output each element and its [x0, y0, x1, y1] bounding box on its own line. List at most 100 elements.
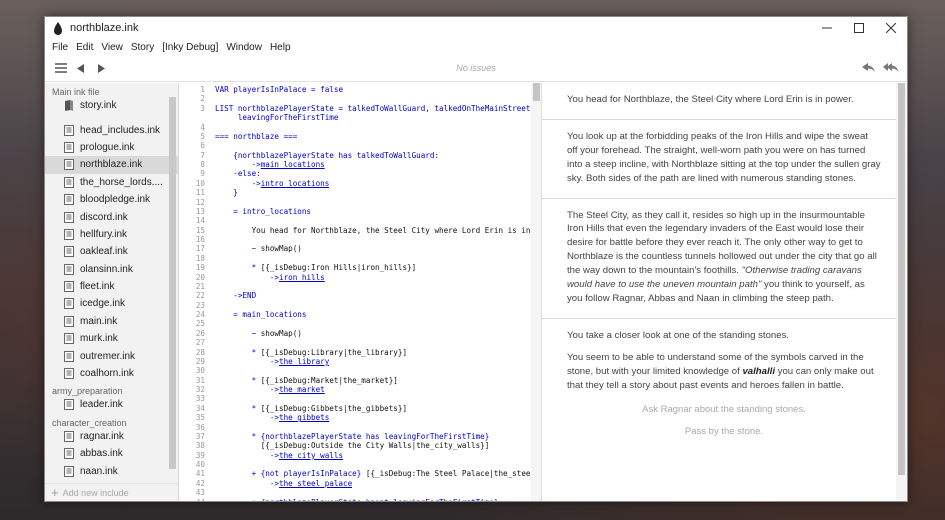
- gutter-spacer: [207, 179, 215, 188]
- gutter-spacer: [207, 235, 215, 244]
- sidebar-file-item[interactable]: northblaze.ink: [45, 156, 178, 174]
- nav-back-button[interactable]: [71, 58, 91, 78]
- gutter-spacer: [207, 141, 215, 150]
- code-keyword-text: * {northblazePlayerState has leavingForT…: [215, 431, 490, 441]
- line-number: 22: [195, 291, 205, 301]
- gutter-spacer: [207, 319, 215, 328]
- sidebar-scrollbar[interactable]: [169, 97, 176, 469]
- code-editor[interactable]: 1 VAR playerIsInPalace = false 2 3 LIST nort…: [179, 83, 542, 501]
- close-button[interactable]: [875, 17, 907, 39]
- code-line: 22 ->END: [179, 291, 531, 300]
- menu-inkydebug[interactable]: [Inky Debug]: [158, 42, 222, 53]
- issues-status: No issues: [456, 63, 496, 73]
- sidebar-file-item[interactable]: hellfury.ink: [45, 226, 178, 243]
- player-scrollbar[interactable]: [896, 83, 907, 501]
- undo-arrow-icon: [862, 63, 875, 72]
- sidebar-file-item[interactable]: abbas.ink: [45, 445, 178, 462]
- story-text: You look up at the forbidding peaks of t…: [567, 130, 881, 184]
- menu-window[interactable]: Window: [222, 42, 266, 53]
- code-line: 10 ->intro_locations: [179, 179, 531, 188]
- sidebar-file-item[interactable]: the_horse_lords....: [45, 174, 178, 191]
- divert-target-link[interactable]: the_market: [279, 385, 325, 394]
- menu-file[interactable]: File: [48, 42, 72, 53]
- sidebar-file-item[interactable]: head_includes.ink: [45, 121, 178, 138]
- sidebar-file-item[interactable]: naan.ink: [45, 462, 178, 479]
- sidebar-file-item[interactable]: oakleaf.ink: [45, 243, 178, 260]
- sidebar-file-item[interactable]: icedge.ink: [45, 295, 178, 312]
- menu-edit[interactable]: Edit: [72, 42, 97, 53]
- line-number: 5: [200, 131, 205, 141]
- story-player: You head for Northblaze, the Steel City …: [542, 83, 907, 501]
- story-paragraph: You take a closer look at one of the sta…: [567, 329, 881, 343]
- sidebar-file-item[interactable]: bloodpledge.ink: [45, 191, 178, 208]
- restart-story-button[interactable]: [881, 58, 901, 78]
- rewind-one-button[interactable]: [859, 58, 879, 78]
- sidebar-file-item[interactable]: fleet.ink: [45, 278, 178, 295]
- divert-target-link[interactable]: the_steel_palace: [279, 479, 352, 488]
- code-line: 13 = intro_locations: [179, 207, 531, 216]
- file-icon: [64, 159, 74, 171]
- line-number: 20: [195, 272, 205, 282]
- hamburger-icon: [55, 63, 67, 73]
- sidebar-file-item[interactable]: olansinn.ink: [45, 261, 178, 278]
- toggle-sidebar-button[interactable]: [51, 58, 71, 78]
- sidebar-file-label: olansinn.ink: [80, 263, 133, 275]
- editor-scrollbar[interactable]: [531, 83, 541, 501]
- code-keyword-text: ->: [215, 413, 280, 423]
- gutter-spacer: [207, 263, 215, 272]
- line-number: 7: [200, 150, 205, 160]
- menu-view[interactable]: View: [97, 42, 127, 53]
- menu-story[interactable]: Story: [127, 42, 158, 53]
- player-scroll-thumb[interactable]: [898, 83, 905, 475]
- code-line: 5 === northblaze ===: [179, 132, 531, 141]
- gutter-spacer: [207, 291, 215, 300]
- code-text: ->main_locations: [215, 160, 325, 169]
- divert-target-link[interactable]: the_gibbets: [279, 413, 329, 422]
- divert-target-link[interactable]: the_city_walls: [279, 451, 343, 460]
- sidebar-file-label: murk.ink: [80, 333, 118, 345]
- sidebar-file-item[interactable]: coalhorn.ink: [45, 365, 178, 382]
- maximize-button[interactable]: [843, 17, 875, 39]
- file-icon: [64, 228, 74, 240]
- sidebar-file-item[interactable]: murk.ink: [45, 330, 178, 347]
- divert-target-link[interactable]: intro_locations: [261, 179, 330, 188]
- add-include-button[interactable]: + Add new include: [45, 483, 178, 501]
- code-keyword-text: *: [215, 375, 261, 385]
- sidebar-file-item[interactable]: leader.ink: [45, 396, 178, 413]
- editor-scroll-thumb[interactable]: [533, 83, 540, 101]
- line-number: 19: [195, 263, 205, 273]
- sidebar-file-item[interactable]: outremer.ink: [45, 347, 178, 364]
- sidebar-file-label: northblaze.ink: [80, 159, 143, 171]
- sidebar-file-item[interactable]: story.ink: [45, 97, 178, 114]
- divert-target-link[interactable]: iron_hills: [279, 273, 325, 282]
- sidebar-file-item[interactable]: discord.ink: [45, 208, 178, 225]
- code-line: 14: [179, 216, 531, 225]
- menu-help[interactable]: Help: [266, 42, 295, 53]
- code-line: 29 ->the_library: [179, 357, 531, 366]
- code-plain-text: You head for Northblaze, the Steel City …: [215, 225, 531, 235]
- file-icon: [64, 350, 74, 362]
- code-line: leavingForTheFirstTime: [179, 113, 531, 122]
- nav-forward-button[interactable]: [91, 58, 111, 78]
- code-plain-text: showMap(): [260, 244, 302, 254]
- minimize-button[interactable]: [811, 17, 843, 39]
- sidebar-file-item[interactable]: ragnar.ink: [45, 428, 178, 445]
- sidebar-file-label: leader.ink: [80, 399, 123, 411]
- gutter-spacer: [207, 207, 215, 216]
- code-line: 41 + {not playerIsInPalace} [{_isDebug:T…: [179, 469, 531, 478]
- divert-target-link[interactable]: the_library: [279, 357, 329, 366]
- code-text: + {northblazePlayerState hasnt leavingFo…: [215, 498, 499, 502]
- sidebar-file-item[interactable]: main.ink: [45, 313, 178, 330]
- story-choice[interactable]: Pass by the stone.: [567, 426, 881, 437]
- sidebar-file-label: discord.ink: [80, 211, 128, 223]
- code-keyword-text: leavingForTheFirstTime: [215, 113, 339, 123]
- code-plain-text: [{_isDebug:The Steel Palace|the_steel_: [365, 469, 531, 479]
- divert-target-link[interactable]: main_locations: [261, 160, 325, 169]
- gutter-spacer: [207, 198, 215, 207]
- story-choice[interactable]: Ask Ragnar about the standing stones.: [567, 404, 881, 415]
- line-number: 6: [200, 141, 205, 151]
- code-line: 40: [179, 460, 531, 469]
- code-text: ->intro_locations: [215, 179, 330, 188]
- sidebar-file-item[interactable]: prologue.ink: [45, 139, 178, 156]
- gutter-spacer: [207, 132, 215, 141]
